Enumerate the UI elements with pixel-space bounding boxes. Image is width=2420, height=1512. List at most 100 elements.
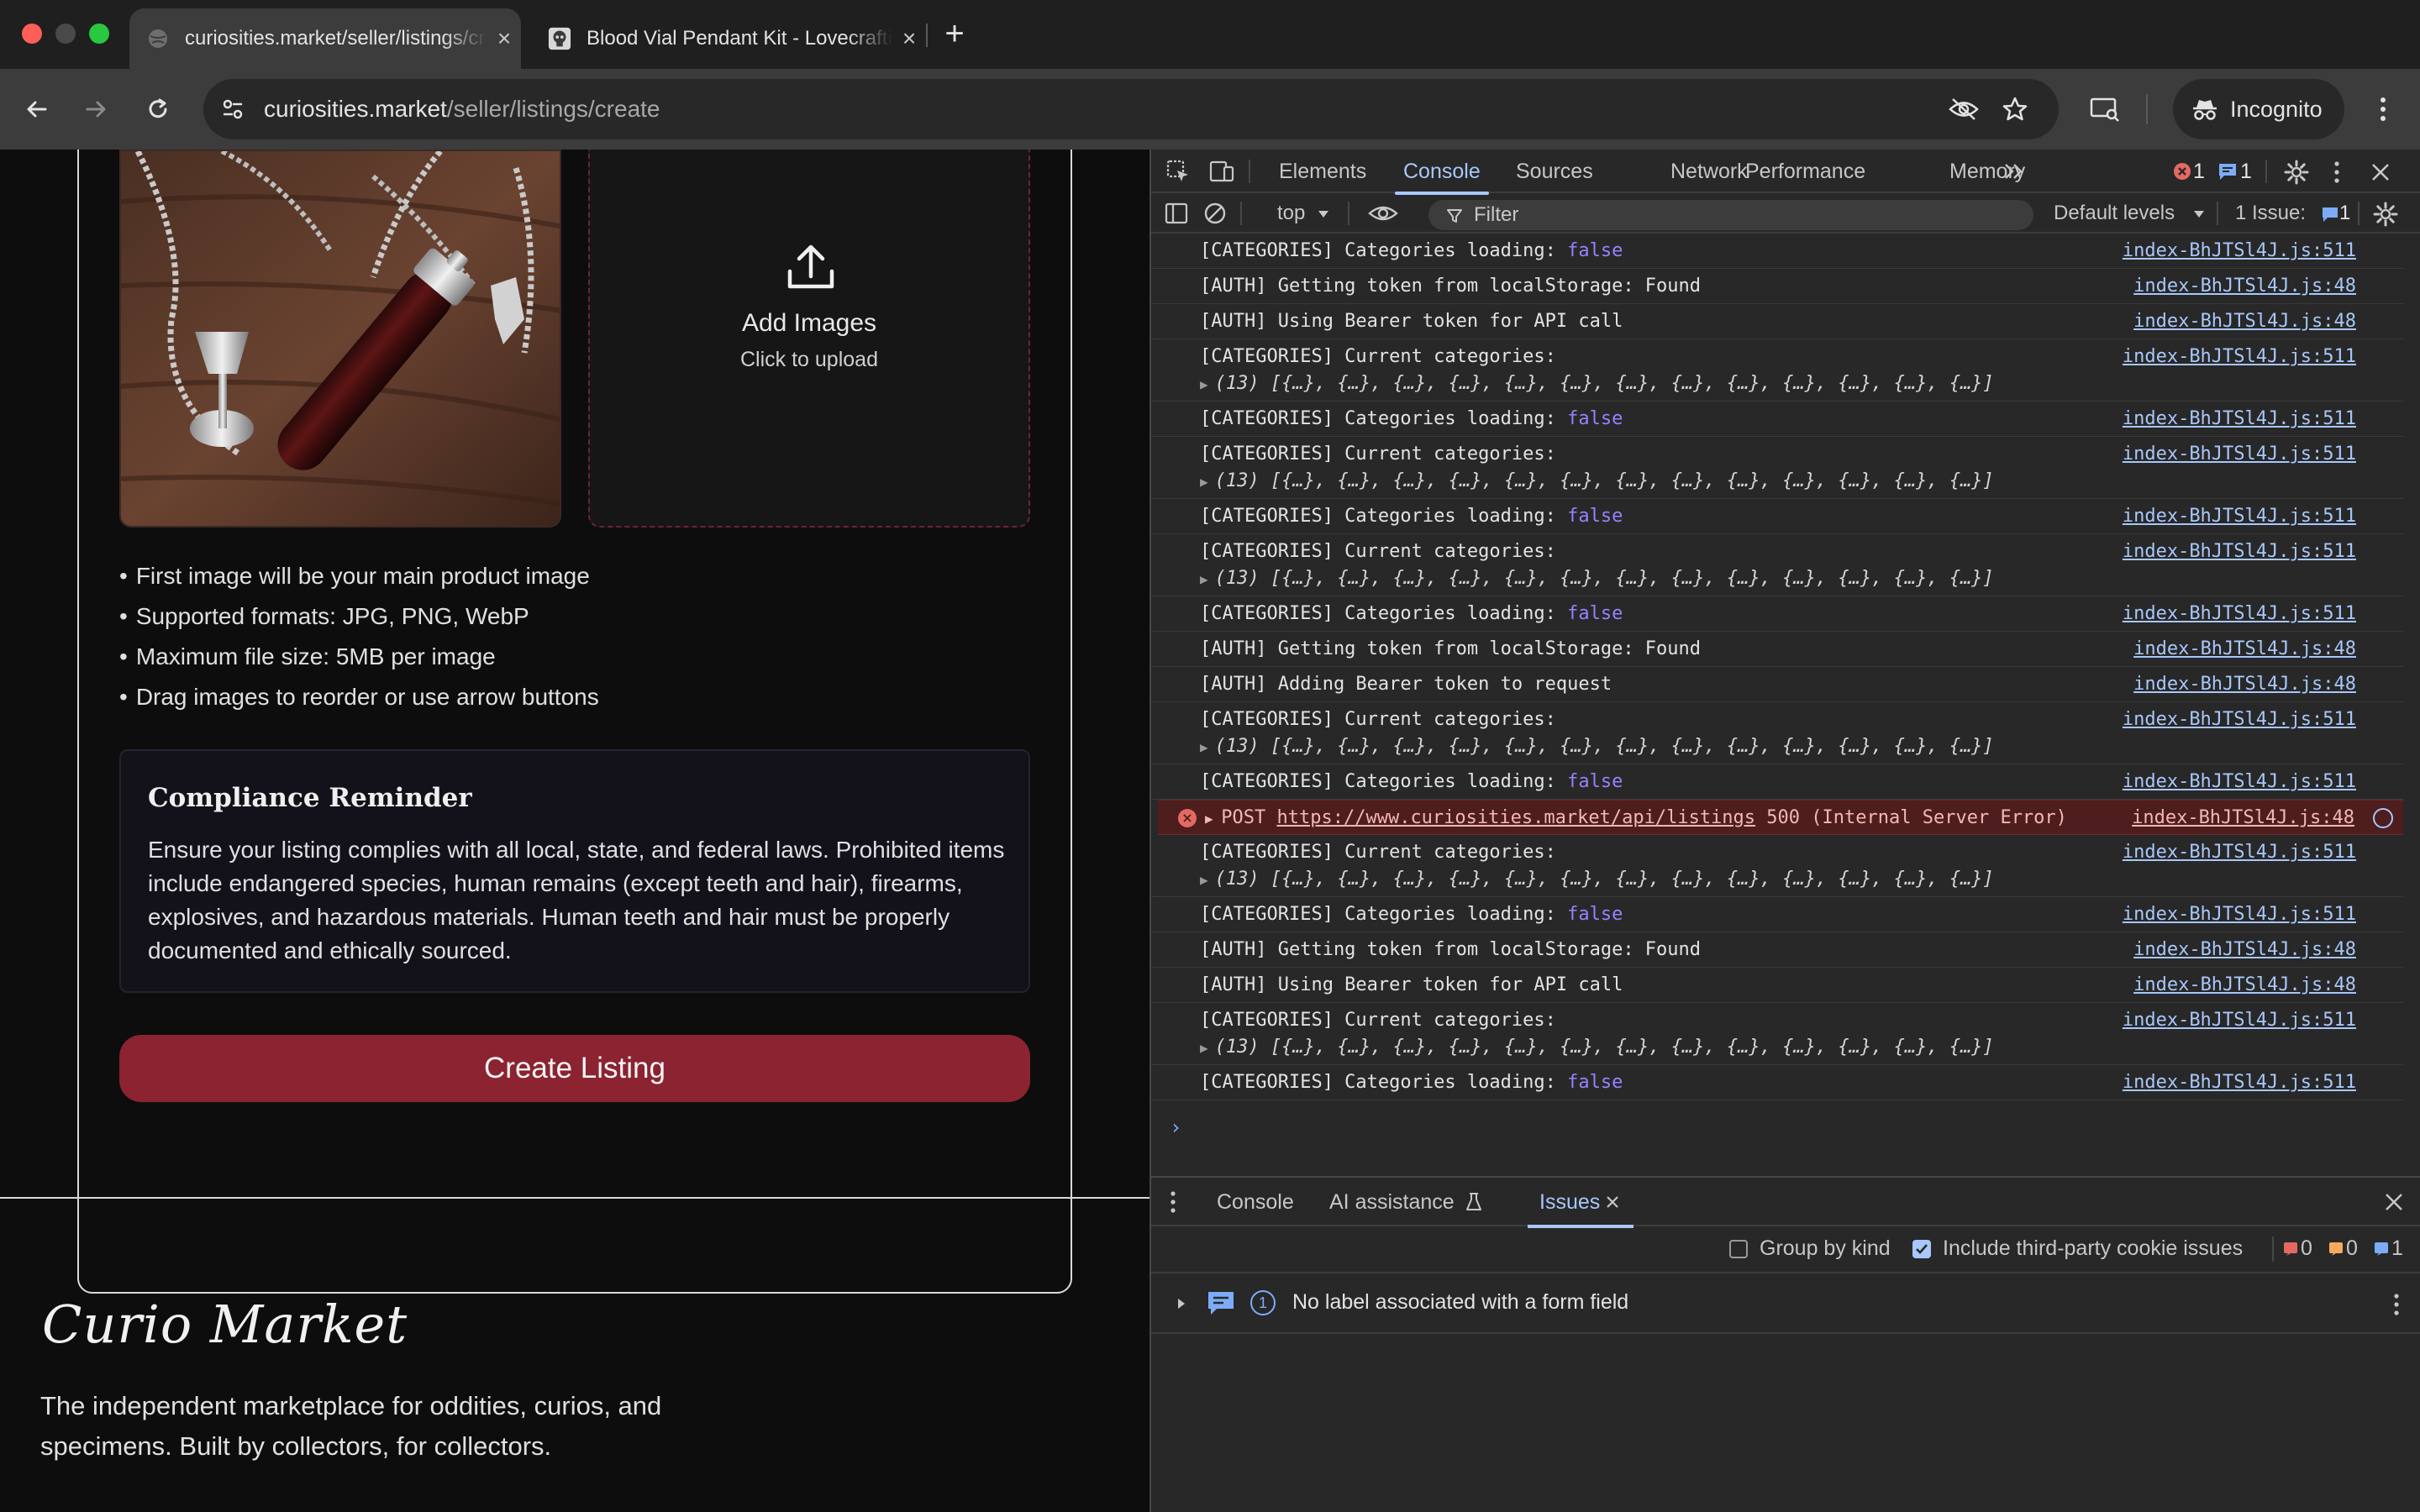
console-log-row[interactable]: [AUTH] Getting token from localStorage: … xyxy=(1151,932,2403,968)
console-settings-gear-icon[interactable] xyxy=(2371,200,2400,228)
uploaded-image-thumbnail[interactable] xyxy=(119,150,561,528)
error-count-icon[interactable] xyxy=(2171,160,2193,182)
console-log-row[interactable]: [AUTH] Getting token from localStorage: … xyxy=(1151,269,2403,304)
address-url[interactable]: curiosities.market/seller/listings/creat… xyxy=(264,79,660,139)
expand-triangle-icon[interactable]: ▶ xyxy=(1200,571,1208,587)
close-drawer-icon[interactable] xyxy=(2381,1189,2407,1215)
drawer-tab-issues[interactable]: Issues xyxy=(1527,1178,1634,1228)
console-log-row[interactable]: [CATEGORIES] Current categories: ▶ (13) [{… xyxy=(1151,1003,2403,1065)
group-by-kind-checkbox[interactable] xyxy=(1729,1240,1748,1258)
log-source-link[interactable]: index-BhJTSl4J.js:511 xyxy=(2123,603,2356,624)
log-object-preview[interactable]: ▶ (13) [{…}, {…}, {…}, {…}, {…}, {…}, {…}… xyxy=(1200,470,1994,491)
console-log-row[interactable]: [AUTH] Getting token from localStorage: … xyxy=(1151,632,2403,667)
log-source-link[interactable]: index-BhJTSl4J.js:48 xyxy=(2133,939,2356,960)
settings-gear-icon[interactable] xyxy=(2282,158,2311,186)
console-filter-input[interactable]: Filter xyxy=(1428,200,2033,230)
log-source-link[interactable]: index-BhJTSl4J.js:511 xyxy=(2123,444,2356,465)
console-log-row[interactable]: [CATEGORIES] Categories loading: false in… xyxy=(1151,402,2403,437)
context-selector[interactable]: top xyxy=(1277,193,1305,234)
log-source-link[interactable]: index-BhJTSl4J.js:511 xyxy=(2123,1010,2356,1031)
sidebar-toggle-icon[interactable] xyxy=(1163,200,1190,227)
log-source-link[interactable]: index-BhJTSl4J.js:48 xyxy=(2133,674,2356,695)
close-tab-icon[interactable]: × xyxy=(892,25,926,52)
window-zoom-button[interactable] xyxy=(89,24,109,44)
inspect-element-icon[interactable] xyxy=(1165,158,1192,185)
expand-triangle-icon[interactable]: ▶ xyxy=(1200,474,1208,490)
request-url-link[interactable]: https://www.curiosities.market/api/listi… xyxy=(1277,807,1756,828)
tab-sources[interactable]: Sources xyxy=(1516,150,1593,193)
log-source-link[interactable]: index-BhJTSl4J.js:48 xyxy=(2133,311,2356,332)
log-source-link[interactable]: index-BhJTSl4J.js:48 xyxy=(2133,638,2356,659)
site-info-icon[interactable] xyxy=(218,96,247,123)
more-tabs-chevron-icon[interactable] xyxy=(2002,158,2027,185)
console-log-row[interactable]: [CATEGORIES] Categories loading: false in… xyxy=(1151,897,2403,932)
close-issues-tab-icon[interactable] xyxy=(1603,1193,1622,1211)
console-log-row[interactable]: [AUTH] Using Bearer token for API call in… xyxy=(1151,304,2403,339)
network-globe-icon[interactable] xyxy=(2373,808,2393,828)
console-log-row[interactable]: [CATEGORIES] Categories loading: false in… xyxy=(1151,1065,2403,1100)
reload-icon[interactable] xyxy=(138,89,178,129)
tab-console[interactable]: Console xyxy=(1395,150,1489,195)
log-source-link[interactable]: index-BhJTSl4J.js:511 xyxy=(2123,506,2356,527)
log-source-link[interactable]: index-BhJTSl4J.js:511 xyxy=(2123,904,2356,925)
console-prompt-chevron-icon[interactable]: › xyxy=(1170,1116,1181,1139)
eye-slash-icon[interactable] xyxy=(1946,92,1981,126)
log-source-link[interactable]: index-BhJTSl4J.js:48 xyxy=(2133,974,2356,995)
third-party-cookie-checkbox[interactable] xyxy=(1912,1240,1931,1258)
footer-brand-logo[interactable]: Curio Market xyxy=(42,1294,408,1355)
console-log-row[interactable]: [CATEGORIES] Current categories: ▶ (13) [{… xyxy=(1151,534,2403,596)
drawer-menu-icon[interactable] xyxy=(1163,1188,1183,1216)
console-log-row[interactable]: [CATEGORIES] Categories loading: false in… xyxy=(1151,596,2403,632)
image-upload-dropzone[interactable]: Add Images Click to upload xyxy=(588,150,1030,528)
drawer-tab-console[interactable]: Console xyxy=(1217,1178,1294,1226)
error-count[interactable]: 1 xyxy=(2193,150,2205,193)
new-tab-button[interactable]: + xyxy=(939,13,970,54)
log-source-link[interactable]: index-BhJTSl4J.js:511 xyxy=(2123,842,2356,863)
log-object-preview[interactable]: ▶ (13) [{…}, {…}, {…}, {…}, {…}, {…}, {…}… xyxy=(1200,373,1994,394)
issue-menu-icon[interactable] xyxy=(2386,1290,2407,1319)
device-toolbar-icon[interactable] xyxy=(1208,158,1235,185)
log-object-preview[interactable]: ▶ (13) [{…}, {…}, {…}, {…}, {…}, {…}, {…}… xyxy=(1200,568,1994,589)
tab-elements[interactable]: Elements xyxy=(1279,150,1366,193)
log-source-link[interactable]: index-BhJTSl4J.js:511 xyxy=(2123,541,2356,562)
expand-triangle-icon[interactable]: ▶ xyxy=(1200,1040,1208,1056)
expand-triangle-icon[interactable]: ▶ xyxy=(1200,872,1208,888)
console-log-row[interactable]: [AUTH] Adding Bearer token to request ind… xyxy=(1151,667,2403,702)
close-tab-icon[interactable]: × xyxy=(487,25,521,52)
issues-message-icon[interactable] xyxy=(2319,204,2341,224)
log-object-preview[interactable]: ▶ (13) [{…}, {…}, {…}, {…}, {…}, {…}, {…}… xyxy=(1200,1037,1994,1058)
console-log-row[interactable]: [CATEGORIES] Categories loading: false in… xyxy=(1151,234,2403,269)
console-log-row[interactable]: [CATEGORIES] Current categories: ▶ (13) [{… xyxy=(1151,835,2403,897)
log-object-preview[interactable]: ▶ (13) [{…}, {…}, {…}, {…}, {…}, {…}, {…}… xyxy=(1200,736,1994,757)
message-count[interactable]: 1 xyxy=(2240,150,2252,193)
tab-curiosities-create[interactable]: curiosities.market/seller/listings/creat… xyxy=(129,8,521,69)
issues-summary-label[interactable]: 1 Issue: xyxy=(2235,193,2306,234)
cast-search-icon[interactable] xyxy=(2082,89,2128,129)
log-source-link[interactable]: index-BhJTSl4J.js:511 xyxy=(2123,771,2356,792)
bookmark-star-icon[interactable] xyxy=(1998,92,2032,126)
window-close-button[interactable] xyxy=(22,24,42,44)
browser-menu-icon[interactable] xyxy=(2363,89,2403,129)
expand-triangle-icon[interactable] xyxy=(1173,1294,1190,1314)
console-log-row[interactable]: [CATEGORIES] Current categories: ▶ (13) [{… xyxy=(1151,702,2403,764)
log-source-link[interactable]: index-BhJTSl4J.js:511 xyxy=(2123,240,2356,261)
incognito-badge[interactable]: Incognito xyxy=(2173,79,2344,139)
create-listing-button[interactable]: Create Listing xyxy=(119,1035,1030,1102)
tab-performance[interactable]: Performance xyxy=(1745,150,1865,193)
console-log-row[interactable]: [CATEGORIES] Categories loading: false in… xyxy=(1151,764,2403,800)
levels-dropdown-icon[interactable] xyxy=(2190,205,2208,223)
console-log-row[interactable]: [AUTH] Using Bearer token for API call in… xyxy=(1151,968,2403,1003)
console-log-row[interactable]: [CATEGORIES] Current categories: ▶ (13) [{… xyxy=(1151,437,2403,499)
log-source-link[interactable]: index-BhJTSl4J.js:511 xyxy=(2123,1072,2356,1093)
back-arrow-icon[interactable] xyxy=(17,89,57,129)
tab-network[interactable]: Network xyxy=(1670,150,1748,193)
log-source-link[interactable]: index-BhJTSl4J.js:48 xyxy=(2132,807,2354,828)
clear-console-icon[interactable] xyxy=(1202,200,1228,227)
log-source-link[interactable]: index-BhJTSl4J.js:511 xyxy=(2123,408,2356,429)
log-levels-dropdown[interactable]: Default levels xyxy=(2054,193,2175,234)
log-source-link[interactable]: index-BhJTSl4J.js:48 xyxy=(2133,276,2356,297)
forward-arrow-icon[interactable] xyxy=(76,89,116,129)
tab-blood-vial[interactable]: Blood Vial Pendant Kit - Lovecraftian × xyxy=(531,8,926,69)
address-bar[interactable]: curiosities.market/seller/listings/creat… xyxy=(203,79,2059,139)
log-object-preview[interactable]: ▶ (13) [{…}, {…}, {…}, {…}, {…}, {…}, {…}… xyxy=(1200,869,1994,890)
